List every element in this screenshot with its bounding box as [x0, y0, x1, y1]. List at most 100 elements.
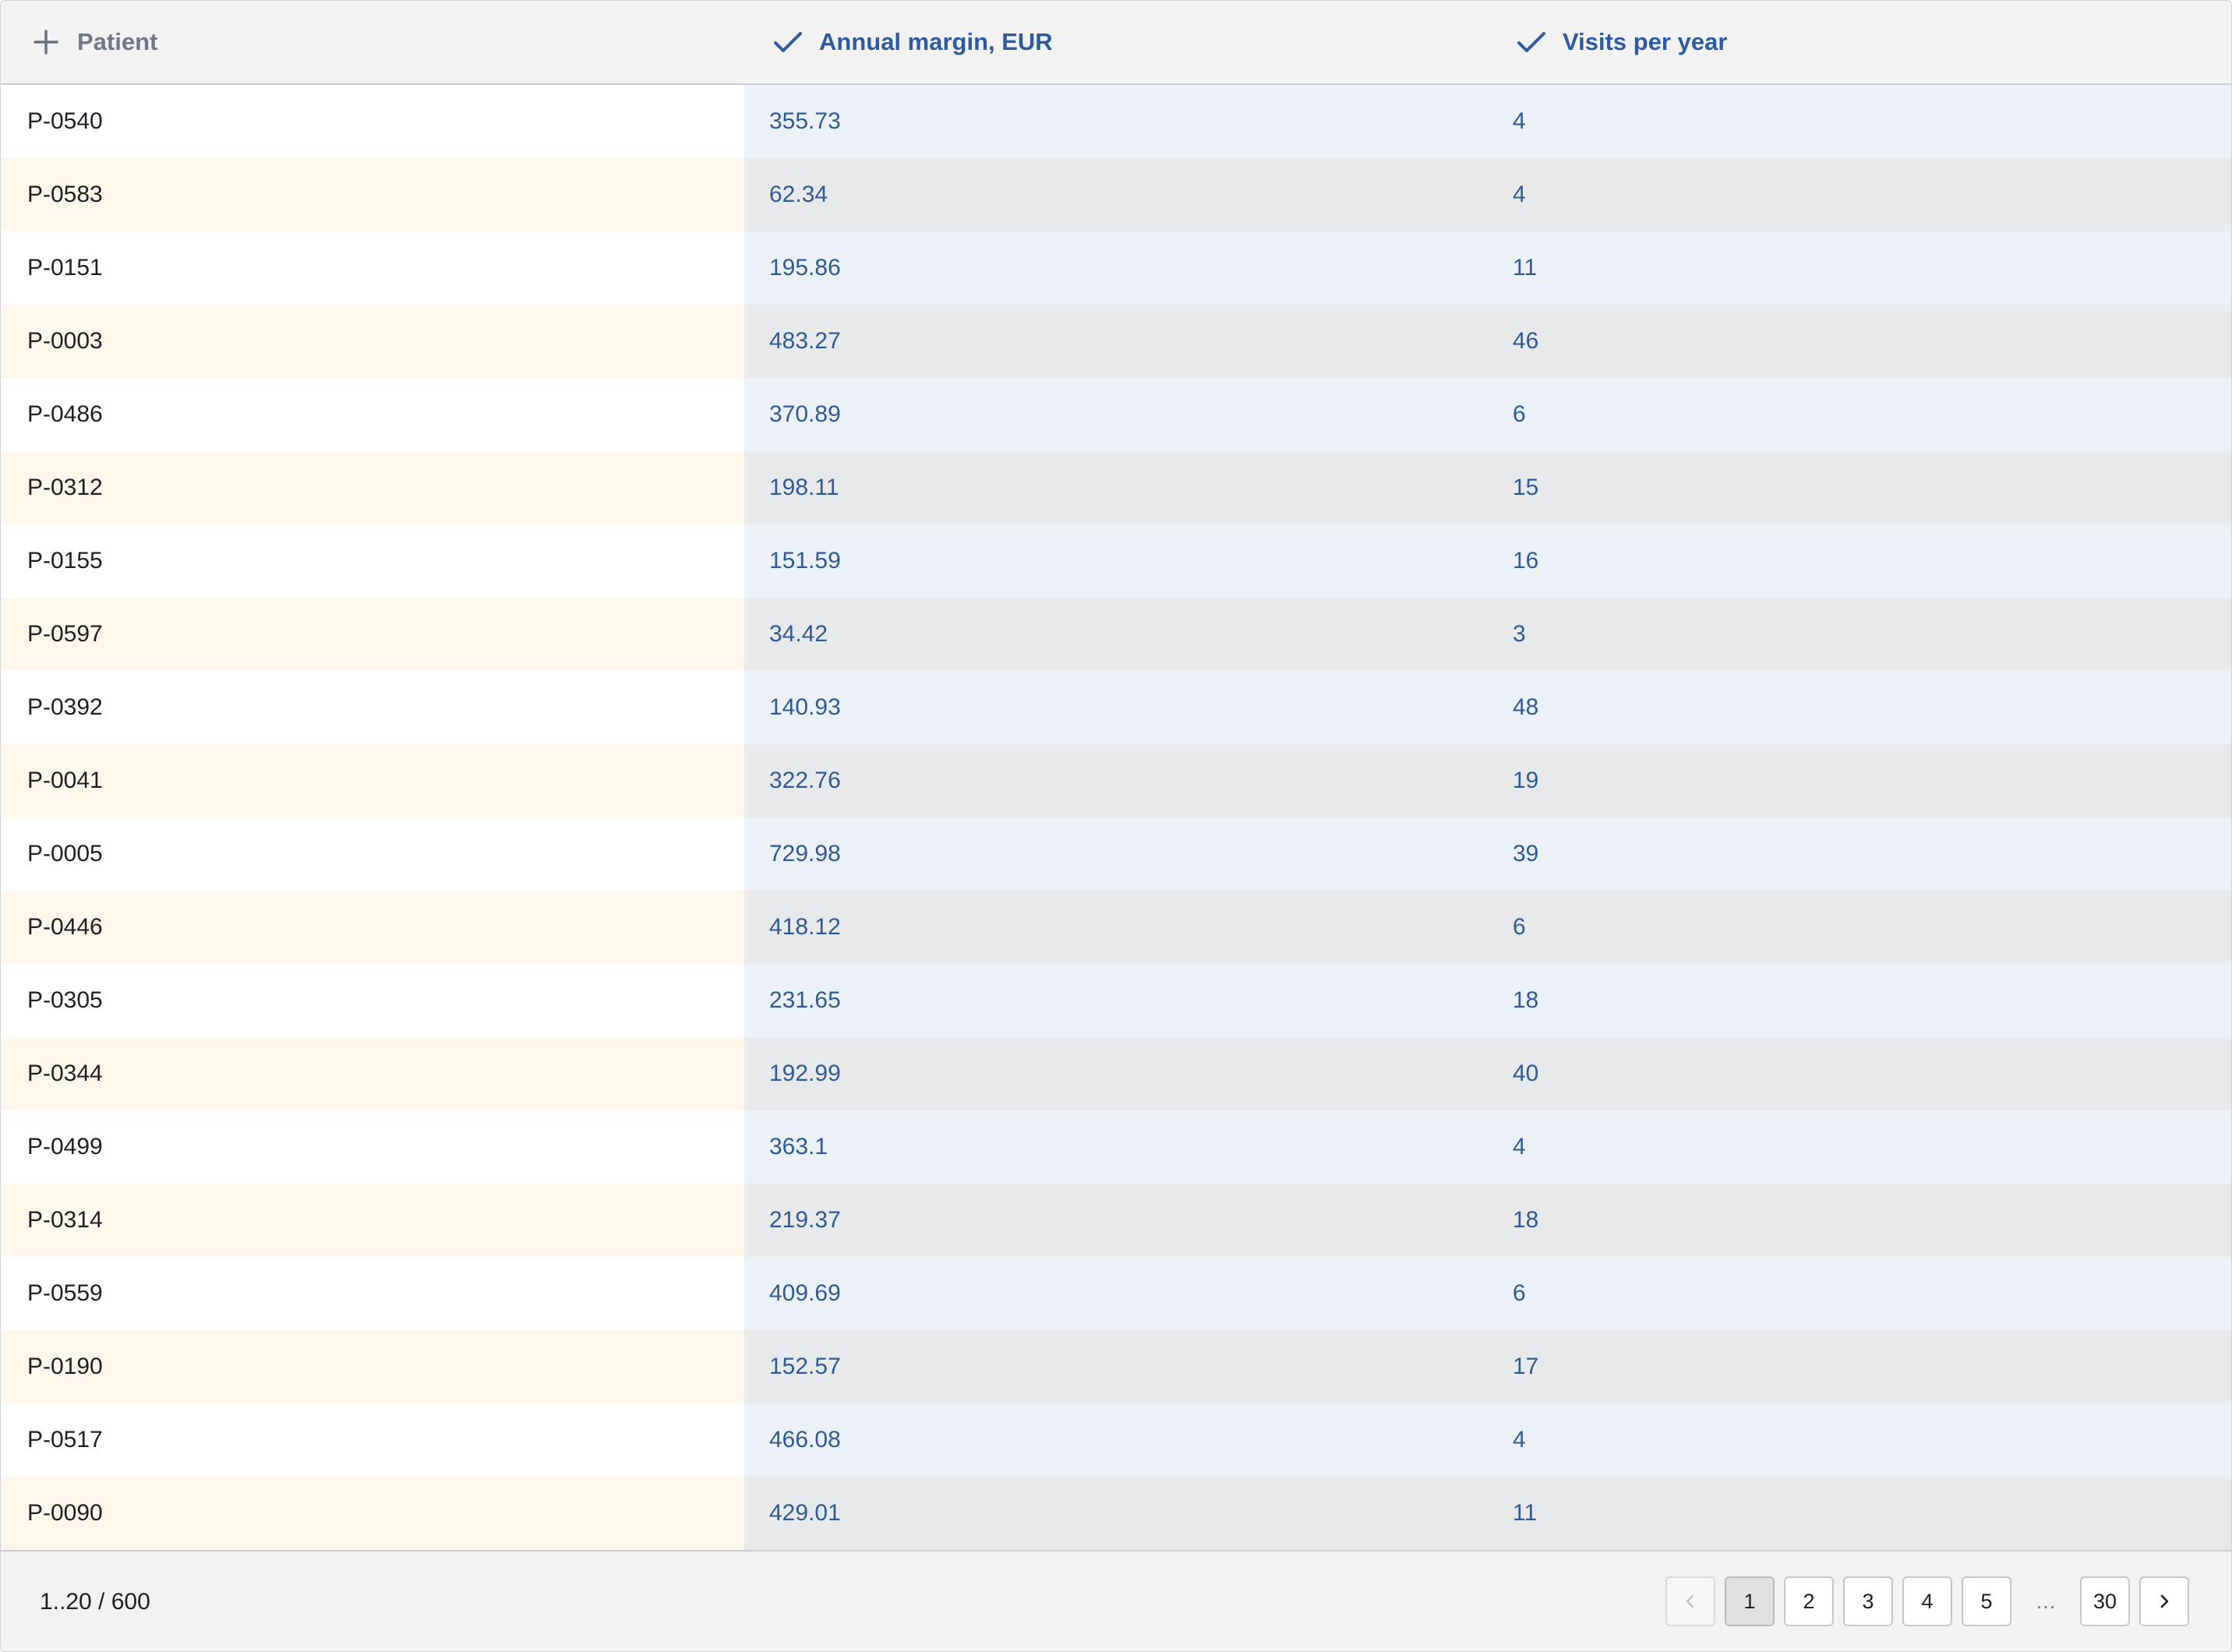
patient-cell: P-0314	[1, 1184, 744, 1257]
table-row[interactable]: P-0003 483.27 46	[1, 305, 2231, 378]
annual-margin-cell: 370.89	[744, 378, 1488, 451]
page-ellipsis: …	[2035, 1589, 2057, 1613]
visits-cell: 17	[1488, 1330, 2231, 1403]
patient-cell: P-0155	[1, 524, 744, 598]
annual-margin-cell: 231.65	[744, 964, 1488, 1037]
patient-cell: P-0041	[1, 744, 744, 817]
visits-cell: 6	[1488, 378, 2231, 451]
plus-icon[interactable]	[30, 26, 62, 58]
page-button-1[interactable]: 1	[1725, 1576, 1775, 1626]
table-row[interactable]: P-0559 409.69 6	[1, 1257, 2231, 1330]
patient-cell: P-0312	[1, 451, 744, 524]
visits-cell: 4	[1488, 1110, 2231, 1184]
chevron-left-icon	[1681, 1592, 1700, 1611]
annual-margin-cell: 152.57	[744, 1330, 1488, 1403]
annual-margin-cell: 192.99	[744, 1037, 1488, 1110]
patient-cell: P-0305	[1, 964, 744, 1037]
annual-margin-cell: 355.73	[744, 85, 1488, 158]
column-header-visits-per-year[interactable]: Visits per year	[1488, 1, 2231, 83]
table-row[interactable]: P-0597 34.42 3	[1, 598, 2231, 671]
page-button-5[interactable]: 5	[1962, 1576, 2011, 1626]
patient-cell: P-0446	[1, 891, 744, 964]
patient-cell: P-0005	[1, 817, 744, 891]
patient-cell: P-0517	[1, 1403, 744, 1477]
annual-margin-cell: 140.93	[744, 671, 1488, 744]
table-row[interactable]: P-0486 370.89 6	[1, 378, 2231, 451]
visits-cell: 11	[1488, 231, 2231, 305]
page-button-3[interactable]: 3	[1843, 1576, 1893, 1626]
table-row[interactable]: P-0314 219.37 18	[1, 1184, 2231, 1257]
page-button-2[interactable]: 2	[1784, 1576, 1834, 1626]
visits-cell: 18	[1488, 1184, 2231, 1257]
table-row[interactable]: P-0005 729.98 39	[1, 817, 2231, 891]
annual-margin-cell: 363.1	[744, 1110, 1488, 1184]
annual-margin-cell: 729.98	[744, 817, 1488, 891]
row-range-label: 1..20 / 600	[40, 1589, 150, 1615]
table-footer: 1..20 / 600 1 2 3 4 5 … 30	[1, 1550, 2231, 1651]
data-table: Patient Annual margin, EUR Visits per ye…	[0, 0, 2232, 1652]
patient-cell: P-0003	[1, 305, 744, 378]
table-row[interactable]: P-0344 192.99 40	[1, 1037, 2231, 1110]
visits-cell: 15	[1488, 451, 2231, 524]
table-row[interactable]: P-0041 322.76 19	[1, 744, 2231, 817]
table-row[interactable]: P-0090 429.01 11	[1, 1477, 2231, 1550]
pagination: 1 2 3 4 5 … 30	[1656, 1576, 2189, 1626]
visits-cell: 11	[1488, 1477, 2231, 1550]
patient-cell: P-0583	[1, 158, 744, 231]
visits-cell: 46	[1488, 305, 2231, 378]
annual-margin-cell: 219.37	[744, 1184, 1488, 1257]
table-row[interactable]: P-0540 355.73 4	[1, 85, 2231, 158]
visits-cell: 16	[1488, 524, 2231, 598]
patient-cell: P-0392	[1, 671, 744, 744]
checkmark-icon[interactable]	[772, 26, 803, 58]
patient-cell: P-0151	[1, 231, 744, 305]
patient-cell: P-0090	[1, 1477, 744, 1550]
annual-margin-cell: 34.42	[744, 598, 1488, 671]
annual-margin-cell: 466.08	[744, 1403, 1488, 1477]
table-row[interactable]: P-0190 152.57 17	[1, 1330, 2231, 1403]
visits-cell: 6	[1488, 891, 2231, 964]
column-header-label: Patient	[77, 28, 158, 55]
visits-cell: 19	[1488, 744, 2231, 817]
visits-cell: 39	[1488, 817, 2231, 891]
table-row[interactable]: P-0517 466.08 4	[1, 1403, 2231, 1477]
visits-cell: 4	[1488, 1403, 2231, 1477]
visits-cell: 48	[1488, 671, 2231, 744]
page-button-4[interactable]: 4	[1902, 1576, 1952, 1626]
patient-cell: P-0190	[1, 1330, 744, 1403]
patient-cell: P-0344	[1, 1037, 744, 1110]
table-header: Patient Annual margin, EUR Visits per ye…	[1, 1, 2231, 85]
patient-cell: P-0559	[1, 1257, 744, 1330]
column-header-patient[interactable]: Patient	[1, 1, 744, 83]
patient-cell: P-0486	[1, 378, 744, 451]
annual-margin-cell: 409.69	[744, 1257, 1488, 1330]
table-row[interactable]: P-0583 62.34 4	[1, 158, 2231, 231]
column-header-label: Visits per year	[1563, 28, 1728, 55]
visits-cell: 4	[1488, 85, 2231, 158]
table-body: P-0540 355.73 4 P-0583 62.34 4 P-0151 19…	[1, 85, 2231, 1550]
annual-margin-cell: 418.12	[744, 891, 1488, 964]
chevron-right-icon	[2155, 1592, 2174, 1611]
table-row[interactable]: P-0312 198.11 15	[1, 451, 2231, 524]
next-page-button[interactable]	[2139, 1576, 2189, 1626]
table-row[interactable]: P-0155 151.59 16	[1, 524, 2231, 598]
annual-margin-cell: 429.01	[744, 1477, 1488, 1550]
visits-cell: 4	[1488, 158, 2231, 231]
patient-cell: P-0499	[1, 1110, 744, 1184]
table-row[interactable]: P-0499 363.1 4	[1, 1110, 2231, 1184]
patient-cell: P-0597	[1, 598, 744, 671]
page-button-last[interactable]: 30	[2080, 1576, 2130, 1626]
visits-cell: 3	[1488, 598, 2231, 671]
table-row[interactable]: P-0446 418.12 6	[1, 891, 2231, 964]
annual-margin-cell: 151.59	[744, 524, 1488, 598]
annual-margin-cell: 198.11	[744, 451, 1488, 524]
table-row[interactable]: P-0305 231.65 18	[1, 964, 2231, 1037]
table-row[interactable]: P-0151 195.86 11	[1, 231, 2231, 305]
annual-margin-cell: 195.86	[744, 231, 1488, 305]
column-header-annual-margin[interactable]: Annual margin, EUR	[744, 1, 1488, 83]
checkmark-icon[interactable]	[1516, 26, 1547, 58]
column-header-label: Annual margin, EUR	[819, 28, 1053, 55]
previous-page-button[interactable]	[1665, 1576, 1715, 1626]
annual-margin-cell: 62.34	[744, 158, 1488, 231]
table-row[interactable]: P-0392 140.93 48	[1, 671, 2231, 744]
